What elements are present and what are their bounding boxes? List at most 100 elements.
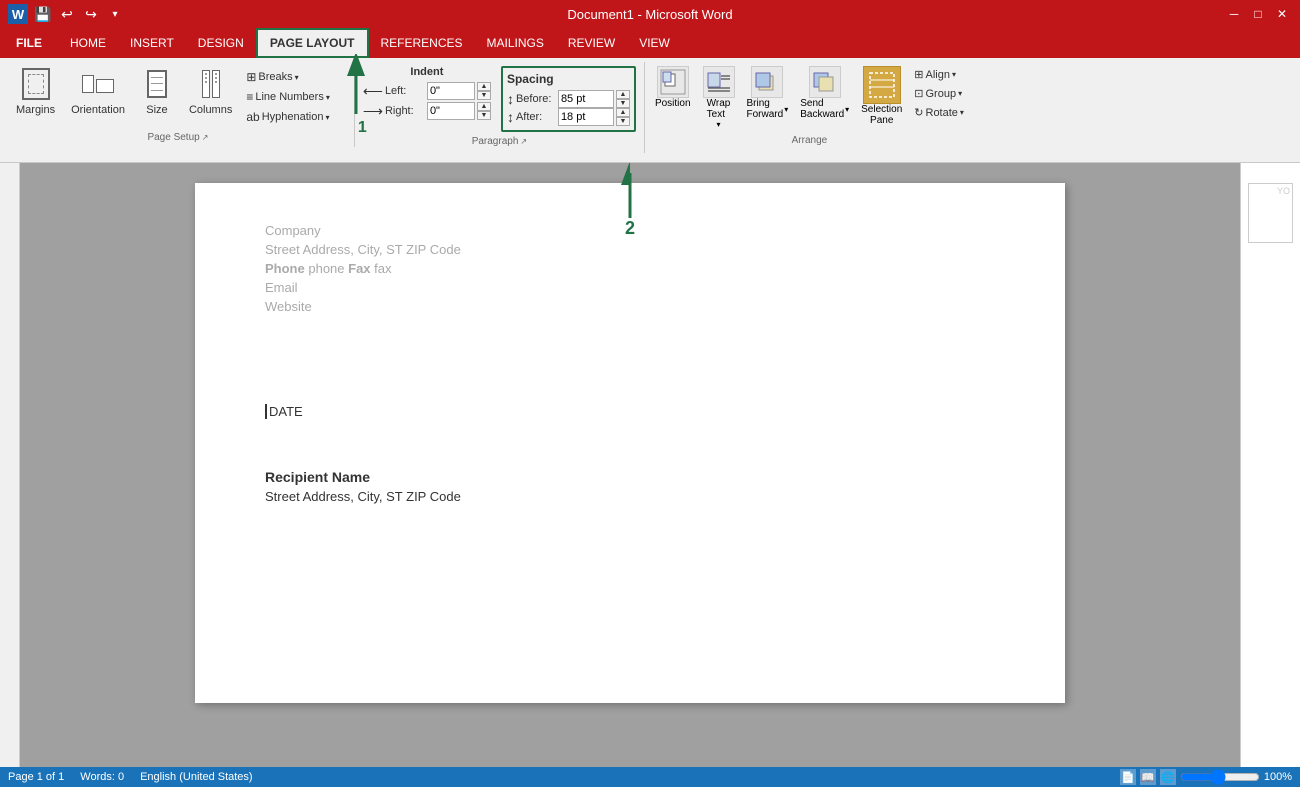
indent-left-label: Left: xyxy=(385,85,425,97)
breaks-button[interactable]: ⊞ Breaks ▾ xyxy=(242,68,334,86)
zoom-slider[interactable] xyxy=(1180,769,1260,785)
indent-right-up[interactable]: ▲ xyxy=(477,102,491,111)
hyphenation-arrow: ▾ xyxy=(325,113,329,122)
close-button[interactable]: ✕ xyxy=(1272,4,1292,24)
bringforward-label-row: Bring Forward ▾ xyxy=(747,98,789,120)
columns-button[interactable]: Columns xyxy=(183,64,238,118)
align-button[interactable]: ⊞ Align ▾ xyxy=(910,66,968,83)
margins-label: Margins xyxy=(16,104,55,116)
menu-design[interactable]: DESIGN xyxy=(186,28,256,58)
word-icon: W xyxy=(8,4,28,24)
bringforward-icon xyxy=(751,66,783,98)
doc-date[interactable]: DATE xyxy=(265,404,995,419)
indent-right-spinner: ▲ ▼ xyxy=(477,102,491,120)
selectionpane-button[interactable]: Selection Pane xyxy=(857,64,906,128)
spacing-after-input[interactable] xyxy=(558,108,614,126)
hyphenation-button[interactable]: ab Hyphenation ▾ xyxy=(242,108,334,126)
breaks-label: Breaks xyxy=(258,71,292,83)
wraptext-svg xyxy=(705,68,733,96)
size-button[interactable]: Size xyxy=(135,64,179,118)
size-icon xyxy=(141,66,173,102)
doc-email: Email xyxy=(265,280,995,295)
position-button[interactable]: Position xyxy=(651,64,695,111)
linenumbers-button[interactable]: ≡ Line Numbers ▾ xyxy=(242,88,334,106)
view-controls: 📄 📖 🌐 100% xyxy=(1120,769,1292,785)
view-read-btn[interactable]: 📖 xyxy=(1140,769,1156,785)
ribbon-group-pagesetup: Margins Orientation Size xyxy=(4,62,355,147)
selectionpane-label: Selection Pane xyxy=(861,104,902,126)
indent-right-down[interactable]: ▼ xyxy=(477,111,491,120)
spacing-before-down[interactable]: ▼ xyxy=(616,99,630,108)
doc-contact-fax: fax xyxy=(374,261,391,276)
margins-button[interactable]: Margins xyxy=(10,64,61,118)
ribbon-group-paragraph: Indent ⟵ Left: ▲ ▼ ⟶ Right: ▲ xyxy=(355,62,645,153)
spacing-after-label: After: xyxy=(516,111,556,123)
linenumbers-label: Line Numbers xyxy=(255,91,323,103)
menu-bar: FILE HOME INSERT DESIGN PAGE LAYOUT REFE… xyxy=(0,28,1300,58)
group-button[interactable]: ⊡ Group ▾ xyxy=(910,85,968,102)
selectionpane-svg xyxy=(868,71,896,99)
menu-home[interactable]: HOME xyxy=(58,28,118,58)
save-quick-icon[interactable]: 💾 xyxy=(34,5,52,23)
view-web-btn[interactable]: 🌐 xyxy=(1160,769,1176,785)
indent-left-input[interactable] xyxy=(427,82,475,100)
view-print-btn[interactable]: 📄 xyxy=(1120,769,1136,785)
sendbackward-label-row: Send Backward ▾ xyxy=(800,98,849,120)
rotate-arrow: ▾ xyxy=(960,108,964,117)
spacing-before-up[interactable]: ▲ xyxy=(616,90,630,99)
menu-view[interactable]: VIEW xyxy=(627,28,682,58)
doc-contact-phone-bold: Phone xyxy=(265,261,305,276)
paragraph-content: Indent ⟵ Left: ▲ ▼ ⟶ Right: ▲ xyxy=(363,66,636,132)
redo-icon[interactable]: ↪ xyxy=(82,5,100,23)
paragraph-label-text: Paragraph xyxy=(472,136,519,147)
group-arrow: ▾ xyxy=(958,89,962,98)
rotate-button[interactable]: ↻ Rotate ▾ xyxy=(910,104,968,121)
pagesetup-expand-icon[interactable]: ↗ xyxy=(202,133,209,142)
align-arrow: ▾ xyxy=(952,70,956,79)
arrange-small-btns: ⊞ Align ▾ ⊡ Group ▾ ↻ Rotate ▾ xyxy=(910,66,968,121)
linenumbers-icon: ≡ xyxy=(246,90,253,104)
spacing-after-down[interactable]: ▼ xyxy=(616,117,630,126)
indent-left-down[interactable]: ▼ xyxy=(477,91,491,100)
breaks-arrow: ▾ xyxy=(295,73,299,82)
arrange-content: Position Wrap Text ▾ xyxy=(651,64,968,131)
spacing-before-input[interactable] xyxy=(558,90,614,108)
columns-icon xyxy=(195,66,227,102)
orientation-label: Orientation xyxy=(71,104,125,116)
customize-icon[interactable]: ▾ xyxy=(106,5,124,23)
paragraph-expand-icon[interactable]: ↗ xyxy=(520,137,527,146)
menu-file[interactable]: FILE xyxy=(4,28,54,58)
align-icon: ⊞ xyxy=(914,68,923,81)
minimize-button[interactable]: ─ xyxy=(1224,4,1244,24)
wraptext-button[interactable]: Wrap Text ▾ xyxy=(699,64,739,131)
orientation-button[interactable]: Orientation xyxy=(65,64,131,118)
menu-mailings[interactable]: MAILINGS xyxy=(475,28,556,58)
hyphenation-icon: ab xyxy=(246,110,259,124)
hyphenation-label: Hyphenation xyxy=(262,111,324,123)
maximize-button[interactable]: □ xyxy=(1248,4,1268,24)
sendbackward-button[interactable]: Send Backward ▾ xyxy=(796,64,853,122)
group-icon: ⊡ xyxy=(914,87,923,100)
menu-insert[interactable]: INSERT xyxy=(118,28,186,58)
size-label: Size xyxy=(146,104,167,116)
rotate-icon: ↻ xyxy=(914,106,923,119)
spacing-after-up[interactable]: ▲ xyxy=(616,108,630,117)
orientation-icon xyxy=(82,66,114,102)
position-svg xyxy=(659,68,687,96)
indent-left-up[interactable]: ▲ xyxy=(477,82,491,91)
menu-review[interactable]: REVIEW xyxy=(556,28,627,58)
doc-contact: Phone phone Fax fax xyxy=(265,261,995,276)
indent-left-spinner: ▲ ▼ xyxy=(477,82,491,100)
sendbackward-svg xyxy=(811,68,839,96)
wraptext-icon xyxy=(703,66,735,98)
undo-icon[interactable]: ↩ xyxy=(58,5,76,23)
spacing-section: Spacing ↕ Before: ▲ ▼ ↕ After: ▲ xyxy=(501,66,636,132)
position-icon xyxy=(657,66,689,98)
doc-contact-fax-bold: Fax xyxy=(348,261,370,276)
selectionpane-icon xyxy=(863,66,901,104)
zoom-level: 100% xyxy=(1264,771,1292,783)
bringforward-button[interactable]: Bring Forward ▾ xyxy=(743,64,793,122)
indent-right-input[interactable] xyxy=(427,102,475,120)
group-label: Group xyxy=(926,88,957,100)
spacing-before-label: Before: xyxy=(516,93,556,105)
